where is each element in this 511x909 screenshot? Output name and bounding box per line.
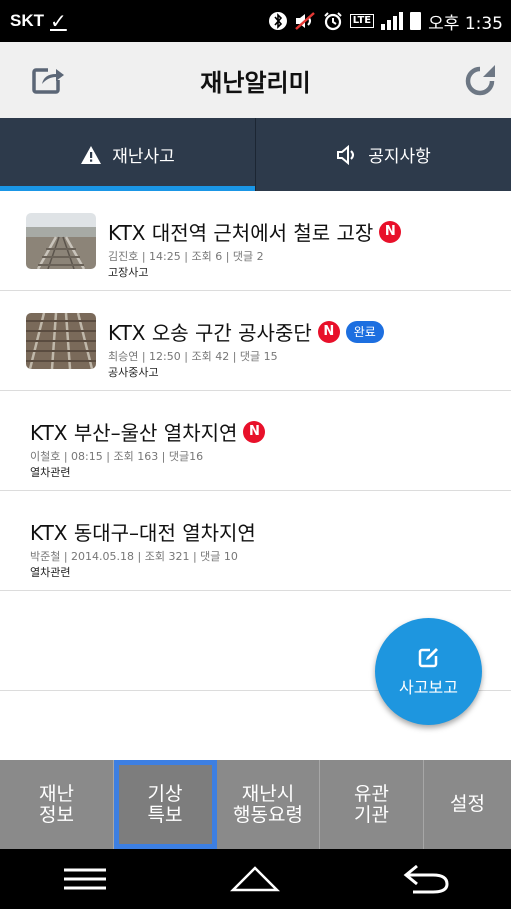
carrier-label: SKT [10, 11, 44, 30]
list-item[interactable]: KTX 부산–울산 열차지연 N 이철호 | 08:15 | 조회 163 | … [0, 391, 511, 491]
item-title-row: KTX 오송 구간 공사중단 N 완료 [108, 317, 384, 346]
tab-bar: 재난사고 공지사항 [0, 118, 511, 191]
menu-label-line1: 설정 [450, 793, 485, 815]
home-icon[interactable] [220, 859, 290, 899]
report-accident-button[interactable]: 사고보고 [375, 618, 482, 725]
item-meta: 최승연 | 12:50 | 조회 42 | 댓글 15 [108, 350, 278, 363]
item-category: 열차관련 [30, 566, 71, 579]
list-item[interactable]: KTX 대전역 근처에서 철로 고장 N 김진호 | 14:25 | 조회 6 … [0, 191, 511, 291]
clock: 오후 1:35 [428, 13, 503, 34]
new-badge: N [243, 420, 266, 443]
railway-thumbnail [26, 213, 96, 269]
menu-label-line1: 유관 [354, 782, 389, 805]
menu-icon[interactable] [50, 859, 120, 899]
menu-label-line2: 특보 [147, 803, 183, 826]
download-check-icon: ✓ [50, 9, 67, 33]
edit-icon [418, 645, 440, 667]
menu-label-line2: 정보 [39, 803, 74, 826]
item-meta: 박준철 | 2014.05.18 | 조회 321 | 댓글 10 [30, 550, 238, 563]
menu-label-line1: 재난 [39, 782, 74, 805]
list-item[interactable]: KTX 오송 구간 공사중단 N 완료 최승연 | 12:50 | 조회 42 … [0, 291, 511, 391]
menu-emergency-guide[interactable]: 재난시 행동요령 [217, 760, 320, 849]
item-title: KTX 동대구–대전 열차지연 [30, 521, 256, 545]
status-badge: 완료 [345, 320, 384, 343]
menu-related-agencies[interactable]: 유관 기관 [320, 760, 424, 849]
tab-notices[interactable]: 공지사항 [255, 118, 511, 191]
menu-label-line2: 기관 [354, 803, 389, 826]
mute-icon [294, 12, 315, 30]
new-badge: N [379, 220, 402, 243]
incident-list: KTX 대전역 근처에서 철로 고장 N 김진호 | 14:25 | 조회 6 … [0, 191, 511, 691]
menu-label-line1: 기상 [147, 782, 183, 805]
tab-disaster-accidents[interactable]: 재난사고 [0, 118, 255, 191]
speaker-icon [337, 144, 355, 165]
bluetooth-icon [268, 12, 287, 30]
app-header: 재난알리미 [0, 42, 511, 118]
tab-label: 재난사고 [112, 147, 175, 167]
item-title-row: KTX 부산–울산 열차지연 N [30, 417, 266, 446]
fab-label: 사고보고 [399, 677, 458, 697]
warning-icon [81, 145, 102, 164]
lte-icon: LTE [349, 14, 375, 28]
item-category: 고장사고 [108, 266, 149, 279]
system-nav-bar [0, 849, 511, 909]
item-title: KTX 부산–울산 열차지연 [30, 421, 238, 445]
railway-thumbnail [26, 313, 96, 369]
share-icon[interactable] [30, 62, 66, 98]
refresh-icon[interactable] [463, 64, 497, 98]
item-title: KTX 오송 구간 공사중단 [108, 321, 312, 345]
item-title-row: KTX 대전역 근처에서 철로 고장 N [108, 217, 402, 246]
item-title: KTX 대전역 근처에서 철로 고장 [108, 221, 374, 245]
tab-label: 공지사항 [368, 147, 431, 167]
status-bar: SKT ✓ LTE 오후 1:35 [0, 0, 511, 42]
battery-icon [410, 12, 422, 30]
item-category: 열차관련 [30, 466, 71, 479]
menu-label-line2: 행동요령 [233, 803, 303, 826]
status-icons: LTE 오후 1:35 [268, 9, 503, 34]
signal-icon [381, 12, 404, 30]
item-category: 공사중사고 [108, 366, 159, 379]
list-item[interactable]: KTX 동대구–대전 열차지연 박준철 | 2014.05.18 | 조회 32… [0, 491, 511, 591]
item-meta: 이철호 | 08:15 | 조회 163 | 댓글16 [30, 450, 204, 463]
page-title: 재난알리미 [200, 68, 311, 97]
menu-disaster-info[interactable]: 재난 정보 [0, 760, 114, 849]
item-title-row: KTX 동대구–대전 열차지연 [30, 517, 256, 546]
item-meta: 김진호 | 14:25 | 조회 6 | 댓글 2 [108, 250, 264, 263]
new-badge: N [317, 320, 340, 343]
back-icon[interactable] [391, 859, 461, 899]
menu-weather-alerts[interactable]: 기상 특보 [114, 760, 217, 849]
menu-settings[interactable]: 설정 [424, 760, 511, 849]
menu-label-line1: 재난시 [241, 782, 295, 805]
bottom-menu: 재난 정보 기상 특보 재난시 행동요령 유관 기관 설정 [0, 760, 511, 849]
alarm-icon [324, 12, 342, 31]
